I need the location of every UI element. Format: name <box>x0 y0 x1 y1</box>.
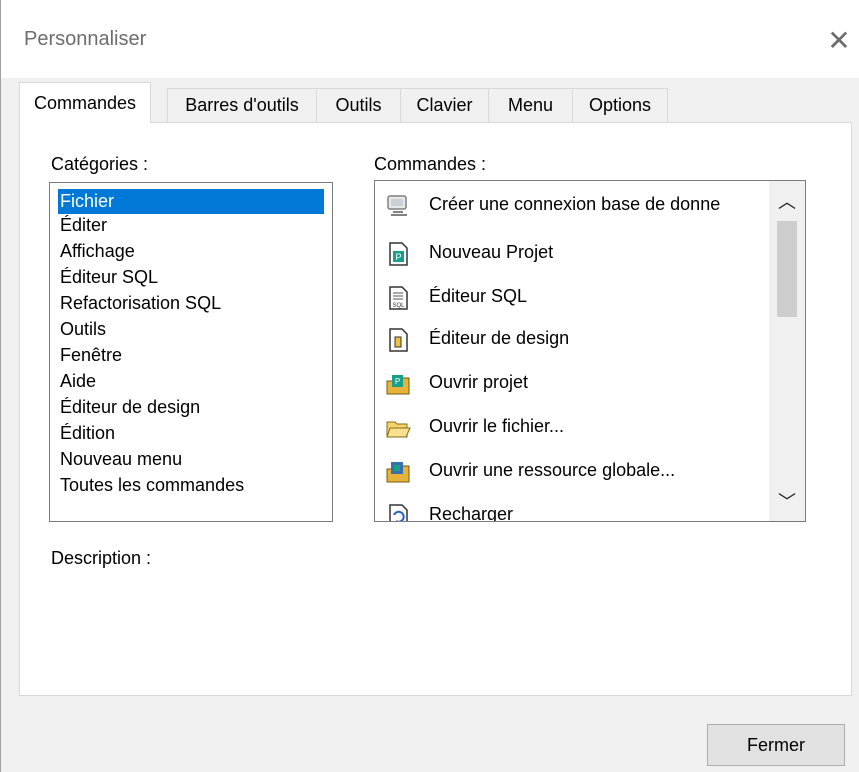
command-label: Ouvrir une ressource globale... <box>429 460 676 480</box>
command-label: Ouvrir le fichier... <box>429 416 565 436</box>
command-label: Nouveau Projet <box>429 242 554 262</box>
svg-text:SQL: SQL <box>392 303 405 309</box>
command-label: Éditeur SQL <box>429 286 528 306</box>
svg-text:P: P <box>395 377 400 386</box>
chevron-up-icon[interactable]: ︿ <box>769 181 805 221</box>
description-label: Description : <box>51 548 152 568</box>
command-item[interactable]: P Ouvrir projet <box>375 363 767 405</box>
svg-text:P: P <box>395 252 401 262</box>
database-connection-icon <box>387 195 407 216</box>
sql-editor-icon: SQL <box>389 286 408 310</box>
scrollbar-thumb[interactable] <box>777 221 797 317</box>
command-item[interactable]: Recharger <box>375 495 767 522</box>
category-item[interactable]: Aide <box>58 369 96 394</box>
categories-listbox[interactable]: Fichier Éditer Affichage Éditeur SQL Ref… <box>49 182 333 522</box>
tab-options[interactable]: Options <box>572 88 668 122</box>
commands-label: Commandes : <box>374 154 487 174</box>
categories-label: Catégories : <box>51 154 149 174</box>
command-item[interactable]: Créer une connexion base de donne <box>375 185 767 227</box>
new-project-icon: P <box>389 242 408 266</box>
commands-scrollbar[interactable]: ︿ ﹀ <box>769 181 805 521</box>
tab-outils[interactable]: Outils <box>316 88 401 122</box>
category-item[interactable]: Édition <box>58 421 115 446</box>
design-editor-icon <box>389 328 408 352</box>
commands-listbox[interactable]: Créer une connexion base de donne P Nouv… <box>374 180 806 522</box>
tab-menu[interactable]: Menu <box>488 88 573 122</box>
tab-barres-outils[interactable]: Barres d'outils <box>167 88 317 122</box>
command-item[interactable]: P Nouveau Projet <box>375 233 767 275</box>
command-label: Recharger <box>429 504 514 522</box>
category-item[interactable]: Outils <box>58 317 106 342</box>
command-item[interactable]: Ouvrir une ressource globale... <box>375 451 767 493</box>
category-item[interactable]: Refactorisation SQL <box>58 291 221 316</box>
title-bar: Personnaliser ✕ <box>1 0 859 78</box>
command-label: Ouvrir projet <box>429 372 529 392</box>
category-item[interactable]: Toutes les commandes <box>58 473 244 498</box>
category-item-fichier[interactable]: Fichier <box>58 189 324 214</box>
command-label: Éditeur de design <box>429 328 570 348</box>
category-item[interactable]: Éditeur SQL <box>58 265 158 290</box>
open-folder-icon <box>386 421 411 438</box>
chevron-down-icon[interactable]: ﹀ <box>769 481 805 521</box>
category-item[interactable]: Fenêtre <box>58 343 122 368</box>
command-item[interactable]: Ouvrir le fichier... <box>375 407 767 449</box>
command-item[interactable]: SQL Éditeur SQL <box>375 277 767 319</box>
category-item[interactable]: Éditer <box>58 213 107 238</box>
tab-commandes[interactable]: Commandes <box>19 82 151 123</box>
window-title: Personnaliser <box>24 28 147 50</box>
command-label: Créer une connexion base de donne <box>429 194 721 214</box>
tab-clavier[interactable]: Clavier <box>400 88 489 122</box>
global-resource-icon <box>386 462 410 483</box>
customize-dialog: Personnaliser ✕ Commandes Barres d'outil… <box>0 0 859 772</box>
close-icon[interactable]: ✕ <box>819 20 859 60</box>
reload-icon <box>389 504 408 521</box>
category-item[interactable]: Affichage <box>58 239 135 264</box>
category-item[interactable]: Nouveau menu <box>58 447 182 472</box>
open-project-icon: P <box>386 375 410 395</box>
category-item[interactable]: Éditeur de design <box>58 395 200 420</box>
close-button[interactable]: Fermer <box>707 724 845 766</box>
command-item[interactable]: Éditeur de design <box>375 319 767 361</box>
